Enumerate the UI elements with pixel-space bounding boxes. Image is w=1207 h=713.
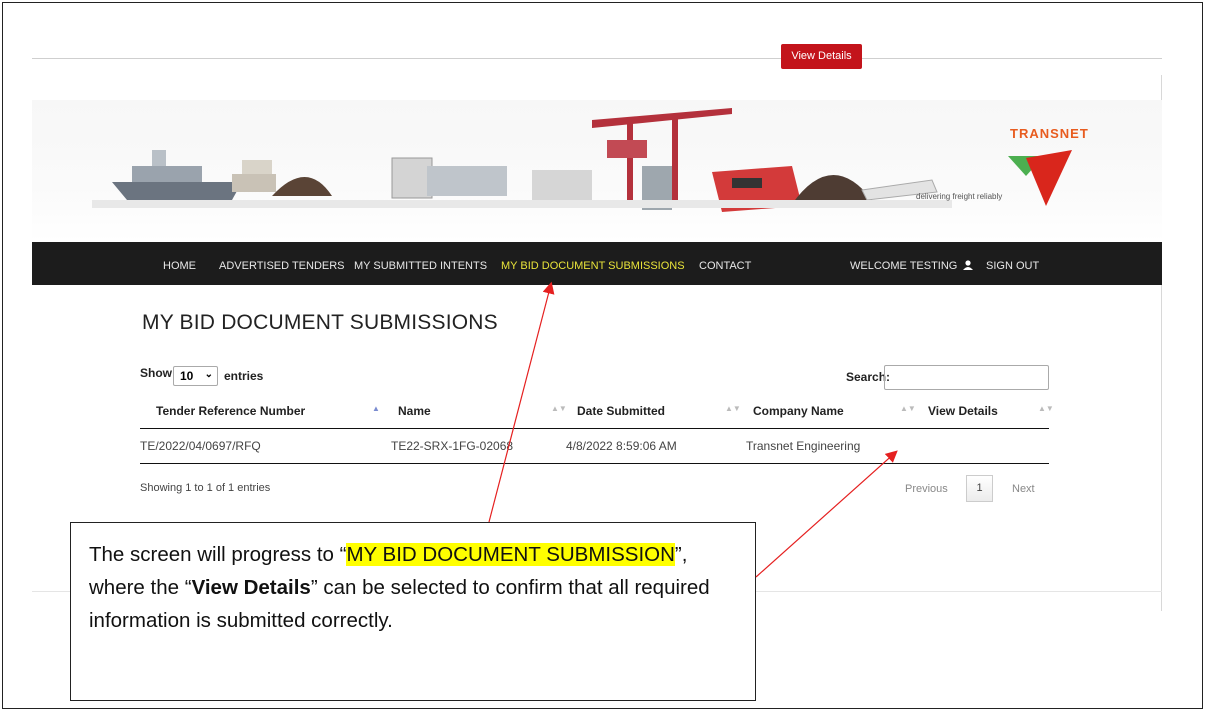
nav-my-bid-document-submissions[interactable]: MY BID DOCUMENT SUBMISSIONS <box>501 260 685 272</box>
view-details-button[interactable]: View Details <box>781 44 862 69</box>
sort-icon: ▲▼ <box>725 404 741 413</box>
col-name[interactable]: Name <box>398 404 431 418</box>
main-nav: HOME ADVERTISED TENDERS MY SUBMITTED INT… <box>32 242 1162 285</box>
show-label: Show <box>140 366 172 380</box>
brand-logo-text: TRANSNET <box>1010 126 1089 141</box>
entries-select[interactable]: 10 ⌄ <box>173 366 218 386</box>
chevron-down-icon: ⌄ <box>204 369 213 380</box>
nav-advertised-tenders[interactable]: ADVERTISED TENDERS <box>219 260 345 272</box>
callout-highlight: MY BID DOCUMENT SUBMISSION <box>346 543 675 566</box>
search-input[interactable] <box>884 365 1049 390</box>
callout-text-1: The screen will progress to “ <box>89 543 347 566</box>
sort-icon: ▲▼ <box>900 404 916 413</box>
nav-home[interactable]: HOME <box>163 260 196 272</box>
nav-welcome-user[interactable]: WELCOME TESTING <box>850 260 974 272</box>
nav-my-submitted-intents[interactable]: MY SUBMITTED INTENTS <box>354 260 487 272</box>
cell-tender-reference: TE/2022/04/0697/RFQ <box>140 439 261 453</box>
page-title: MY BID DOCUMENT SUBMISSIONS <box>142 311 498 334</box>
header-banner <box>32 100 1162 242</box>
cell-name: TE22-SRX-1FG-02068 <box>391 439 514 453</box>
cell-date-submitted: 4/8/2022 8:59:06 AM <box>566 439 677 453</box>
callout-bold: View Details <box>191 576 311 599</box>
top-divider <box>32 58 1162 59</box>
col-tender-reference-number[interactable]: Tender Reference Number <box>156 404 305 418</box>
cell-company-name: Transnet Engineering <box>746 439 861 453</box>
table-row: TE/2022/04/0697/RFQ TE22-SRX-1FG-02068 4… <box>140 429 1049 464</box>
welcome-label: WELCOME TESTING <box>850 260 958 272</box>
pagination-next[interactable]: Next <box>1012 483 1035 495</box>
nav-contact[interactable]: CONTACT <box>699 260 751 272</box>
entries-select-value: 10 <box>180 369 194 383</box>
instruction-callout: The screen will progress to “MY BID DOCU… <box>70 522 756 701</box>
pagination-previous[interactable]: Previous <box>905 483 948 495</box>
banner-illustration <box>92 108 1072 212</box>
col-date-submitted[interactable]: Date Submitted <box>577 404 665 418</box>
sort-icon: ▲▼ <box>1038 404 1054 413</box>
table-header: Tender Reference Number ▲ Name ▲▼ Date S… <box>140 395 1054 429</box>
nav-sign-out[interactable]: SIGN OUT <box>986 260 1039 272</box>
brand-tagline: delivering freight reliably <box>916 192 1003 201</box>
sort-asc-icon: ▲ <box>372 404 380 413</box>
entries-label: entries <box>224 369 264 383</box>
col-company-name[interactable]: Company Name <box>753 404 844 418</box>
user-icon <box>963 260 974 270</box>
table-info: Showing 1 to 1 of 1 entries <box>140 482 271 494</box>
sort-icon: ▲▼ <box>551 404 567 413</box>
col-view-details[interactable]: View Details <box>928 404 998 418</box>
pagination-page-1[interactable]: 1 <box>966 475 993 502</box>
